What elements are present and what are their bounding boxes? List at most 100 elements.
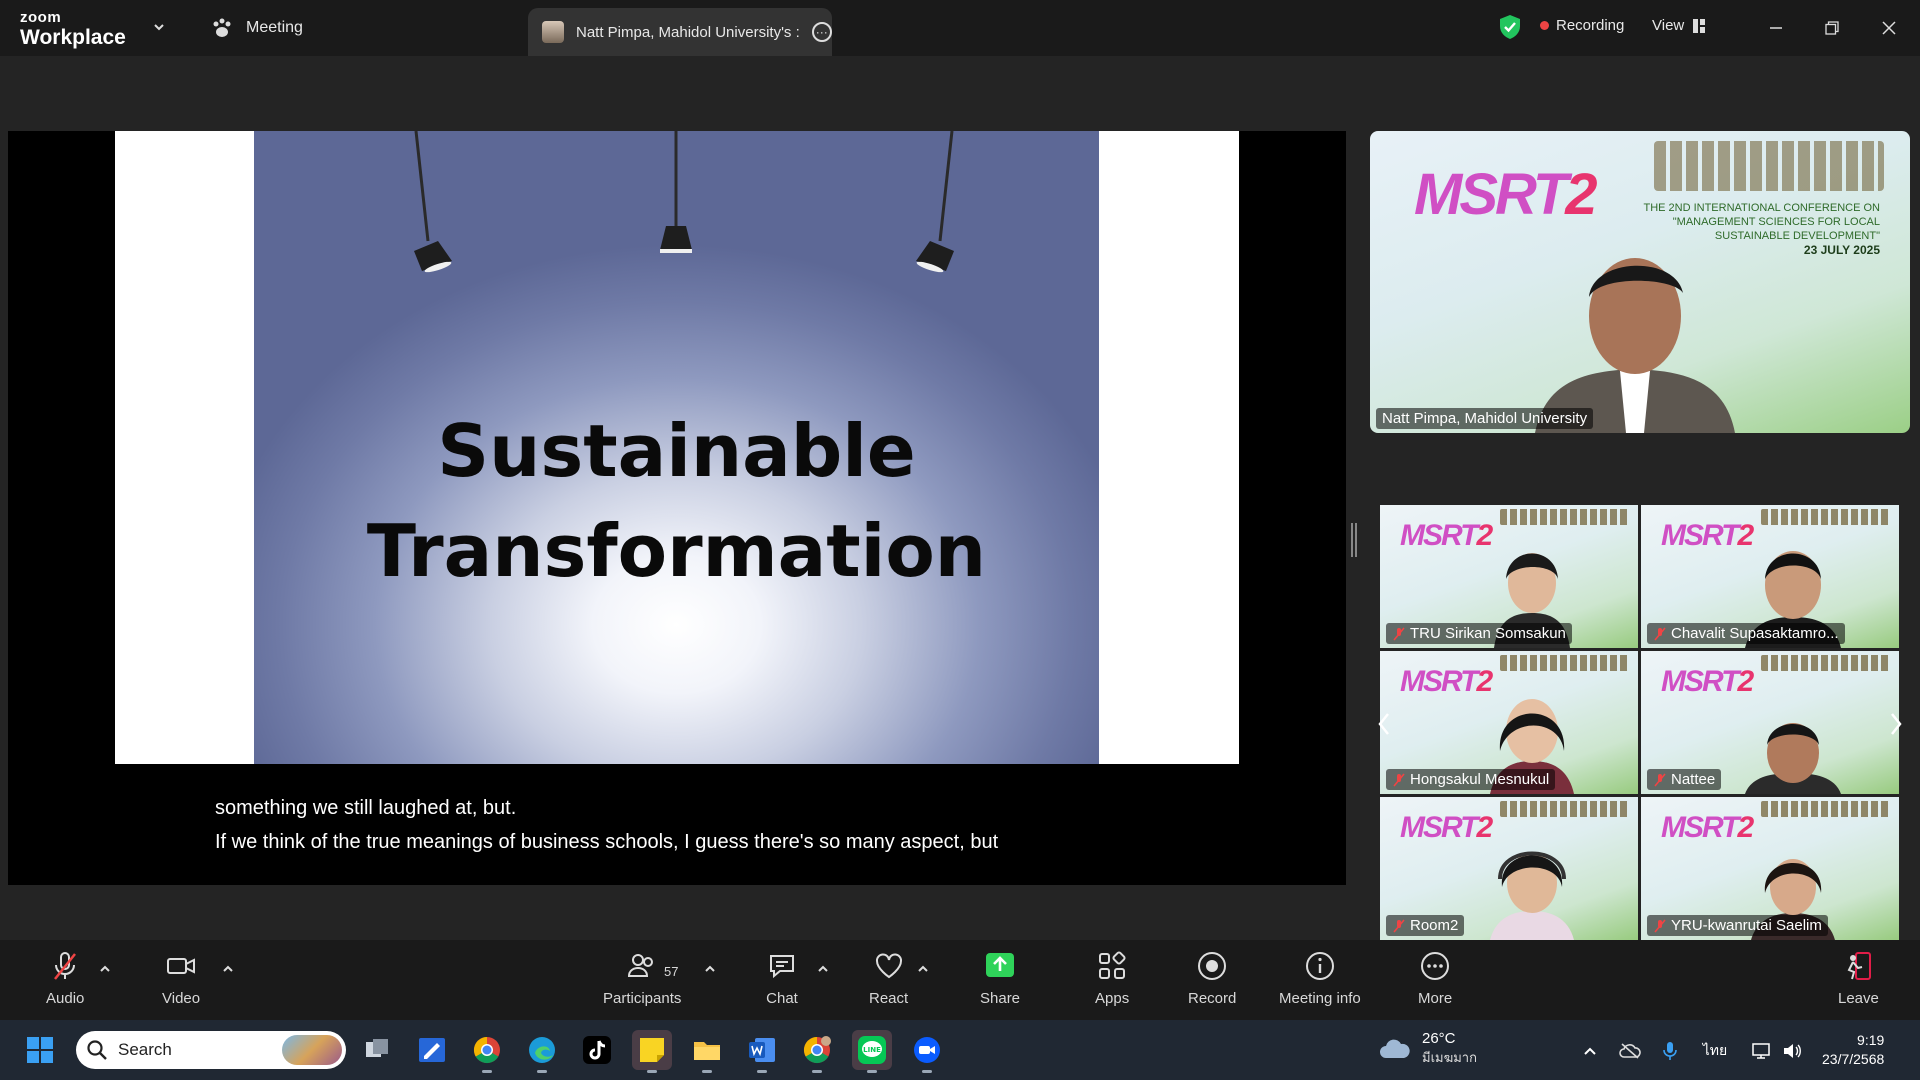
speaker-video[interactable]: MSRT2 THE 2ND INTERNATIONAL CONFERENCE O… — [1370, 131, 1910, 433]
active-tab-label: Natt Pimpa, Mahidol University's : — [576, 23, 800, 41]
participant-tile[interactable]: MSRT2 Hongsakul Mesnukul — [1380, 651, 1638, 794]
weather-widget[interactable]: 26°C มีเมฆมาก — [1378, 1030, 1477, 1068]
zoom-workplace-logo[interactable]: zoom Workplace — [20, 10, 126, 48]
apps-button[interactable]: Apps — [1095, 950, 1129, 1007]
gallery-next-icon[interactable] — [1888, 710, 1904, 738]
cloud-icon — [1380, 1039, 1410, 1058]
taskbar-app-zoom[interactable] — [907, 1030, 947, 1073]
start-button[interactable] — [20, 1030, 60, 1070]
taskbar-app-tiktok[interactable] — [577, 1030, 617, 1070]
running-indicator — [867, 1070, 877, 1073]
sticky-notes-icon — [640, 1038, 664, 1062]
tab-shared-screen[interactable]: Natt Pimpa, Mahidol University's : ··· — [528, 8, 832, 56]
input-language[interactable]: ไทย — [1700, 1039, 1730, 1063]
view-button[interactable]: View — [1652, 17, 1706, 34]
speaker-person — [1535, 258, 1735, 433]
tiktok-icon — [583, 1036, 611, 1064]
share-button[interactable]: Share — [980, 950, 1020, 1007]
taskbar-app-line[interactable]: LINE — [852, 1030, 892, 1073]
running-indicator — [647, 1070, 657, 1073]
minimize-button[interactable] — [1762, 14, 1790, 42]
participant-name-label: Nattee — [1647, 769, 1722, 790]
taskbar-app-sticky-notes[interactable] — [632, 1030, 672, 1073]
participant-tile[interactable]: MSRT2 TRU Sirikan Somsakun — [1380, 505, 1638, 648]
react-button[interactable]: React — [869, 950, 908, 1007]
speaker-name: Natt Pimpa, Mahidol University — [1382, 410, 1588, 427]
participant-tile[interactable]: MSRT2 Chavalit Supasaktamro... — [1641, 505, 1899, 648]
microphone-tray[interactable] — [1658, 1039, 1682, 1063]
chevron-up-icon[interactable] — [816, 962, 830, 976]
muted-mic-icon — [1654, 626, 1666, 641]
task-view-button[interactable] — [357, 1030, 397, 1070]
muted-mic-icon — [54, 952, 77, 980]
zoom-app-icon — [914, 1037, 940, 1063]
running-indicator — [922, 1070, 932, 1073]
taskbar-app-edge[interactable] — [522, 1030, 562, 1073]
apps-icon — [1099, 951, 1126, 979]
taskbar-app-chrome[interactable] — [467, 1030, 507, 1073]
chevron-up-icon[interactable] — [98, 962, 112, 976]
system-clock[interactable]: 9:19 23/7/2568 — [1822, 1031, 1884, 1069]
leave-button[interactable]: Leave — [1838, 950, 1879, 1007]
participant-name: Chavalit Supasaktamro... — [1671, 625, 1839, 642]
video-label: Video — [162, 990, 201, 1007]
more-button[interactable]: More — [1418, 950, 1452, 1007]
brand-large: Workplace — [20, 26, 126, 49]
share-screen-icon — [986, 953, 1015, 977]
meeting-info-label: Meeting info — [1279, 990, 1361, 1007]
restore-button[interactable] — [1818, 14, 1846, 42]
show-hidden-icons-button[interactable] — [1578, 1039, 1602, 1063]
leave-label: Leave — [1838, 990, 1879, 1007]
chevron-up-icon[interactable] — [221, 962, 235, 976]
panel-resize-handle[interactable] — [1351, 523, 1357, 557]
microphone-icon — [1663, 1042, 1677, 1060]
live-captions: something we still laughed at, but. If w… — [215, 791, 998, 859]
speaker-name-label: Natt Pimpa, Mahidol University — [1376, 408, 1594, 429]
restore-icon — [1825, 21, 1839, 35]
presentation-slide: Sustainable Transformation — [115, 131, 1239, 764]
shared-screen[interactable]: Sustainable Transformation something we … — [8, 131, 1346, 885]
search-icon — [87, 1040, 107, 1060]
record-icon — [1198, 952, 1227, 980]
running-indicator — [757, 1070, 767, 1073]
network-tray[interactable] — [1750, 1039, 1774, 1063]
taskbar-app-file-explorer[interactable] — [687, 1030, 727, 1073]
participant-tile[interactable]: MSRT2 Nattee — [1641, 651, 1899, 794]
chevron-down-icon[interactable] — [152, 20, 166, 34]
slide-title-line1: Sustainable — [437, 409, 916, 493]
audio-label: Audio — [46, 990, 85, 1007]
video-button[interactable]: Video — [162, 950, 200, 1007]
meeting-tab-label: Meeting — [246, 19, 303, 36]
muted-mic-icon — [1393, 772, 1405, 787]
running-indicator — [702, 1070, 712, 1073]
meeting-info-button[interactable]: Meeting info — [1279, 950, 1361, 1007]
gallery-prev-icon[interactable] — [1376, 710, 1392, 738]
chat-button[interactable]: Chat — [766, 950, 798, 1007]
taskbar-search[interactable]: Search — [76, 1031, 346, 1069]
heart-icon — [875, 953, 902, 979]
volume-tray[interactable] — [1780, 1039, 1804, 1063]
muted-mic-icon — [1393, 918, 1405, 933]
spotlight-lamp-icon — [414, 131, 452, 273]
participant-tile[interactable]: MSRT2 YRU-kwanrutai Saelim — [1641, 797, 1899, 940]
more-label: More — [1418, 990, 1453, 1007]
recording-indicator[interactable]: Recording — [1540, 17, 1624, 34]
more-options-icon[interactable]: ··· — [811, 22, 832, 42]
taskbar-app-editor[interactable] — [412, 1030, 452, 1070]
tab-meeting[interactable]: Meeting — [210, 14, 303, 42]
chevron-up-icon[interactable] — [916, 962, 930, 976]
taskbar-app-chrome-profile[interactable] — [797, 1030, 837, 1073]
record-button[interactable]: Record — [1188, 950, 1236, 1007]
network-icon — [1752, 1043, 1770, 1059]
participant-tile[interactable]: MSRT2 Room2 — [1380, 797, 1638, 940]
audio-button[interactable]: Audio — [46, 950, 84, 1007]
chat-icon — [770, 955, 794, 979]
cloud-sync-tray[interactable] — [1618, 1039, 1642, 1063]
participant-name-label: Hongsakul Mesnukul — [1386, 769, 1556, 790]
running-indicator — [537, 1070, 547, 1073]
encryption-shield-icon[interactable] — [1498, 14, 1522, 40]
chevron-up-icon[interactable] — [703, 962, 717, 976]
taskbar-app-word[interactable] — [742, 1030, 782, 1073]
close-button[interactable] — [1875, 14, 1903, 42]
recording-label: Recording — [1556, 17, 1625, 34]
